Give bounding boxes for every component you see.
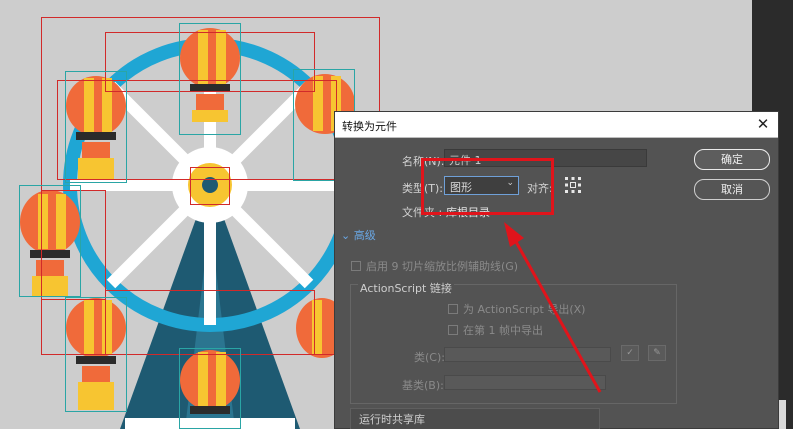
selection-bounds-center	[190, 167, 230, 205]
ok-button[interactable]: 确定	[694, 149, 770, 170]
check-icon[interactable]: ✓	[621, 345, 639, 361]
pencil-icon[interactable]: ✎	[648, 345, 666, 361]
selection-teal-box	[19, 185, 81, 297]
runtime-shared-label: 运行时共享库	[359, 413, 425, 426]
scale9-label: 启用 9 切片缩放比例辅助线(G)	[366, 260, 519, 273]
export-actionscript-option[interactable]: 为 ActionScript 导出(X)	[448, 301, 585, 317]
scale9-option[interactable]: 启用 9 切片缩放比例辅助线(G)	[351, 258, 518, 274]
cancel-button[interactable]: 取消	[694, 179, 770, 200]
export-frame1-option[interactable]: 在第 1 帧中导出	[448, 322, 543, 338]
registration-grid-icon[interactable]	[564, 176, 582, 194]
selection-teal-box	[179, 23, 241, 135]
export-actionscript-label: 为 ActionScript 导出(X)	[463, 303, 586, 316]
export-frame1-label: 在第 1 帧中导出	[463, 324, 543, 337]
class-label: 类(C):	[414, 351, 445, 364]
annotation-highlight-box	[421, 158, 554, 215]
class-input[interactable]	[444, 347, 611, 362]
export-actionscript-checkbox[interactable]	[448, 304, 458, 314]
advanced-toggle[interactable]: ⌄ 高级	[341, 227, 376, 243]
scale9-checkbox[interactable]	[351, 261, 361, 271]
selection-teal-box	[179, 348, 241, 429]
dialog-titlebar[interactable]: 转换为元件 ✕	[335, 112, 778, 138]
selection-teal-box	[65, 297, 127, 412]
selection-teal-box	[65, 71, 127, 183]
export-frame1-checkbox[interactable]	[448, 325, 458, 335]
convert-to-symbol-dialog: 转换为元件 ✕ 名称(N): 元件 1 类型(T): 图形 ⌄ 对齐: 文件夹 …	[334, 111, 779, 429]
close-icon[interactable]: ✕	[754, 115, 772, 133]
dialog-title: 转换为元件	[342, 120, 397, 133]
chevron-down-icon: ⌄	[341, 229, 351, 242]
base-class-label: 基类(B):	[402, 379, 444, 392]
runtime-shared-section[interactable]: 运行时共享库	[350, 408, 600, 429]
actionscript-group-title: ActionScript 链接	[358, 280, 454, 296]
base-class-input[interactable]	[444, 375, 606, 390]
advanced-label: 高级	[353, 229, 376, 242]
selection-bounds	[105, 290, 315, 355]
